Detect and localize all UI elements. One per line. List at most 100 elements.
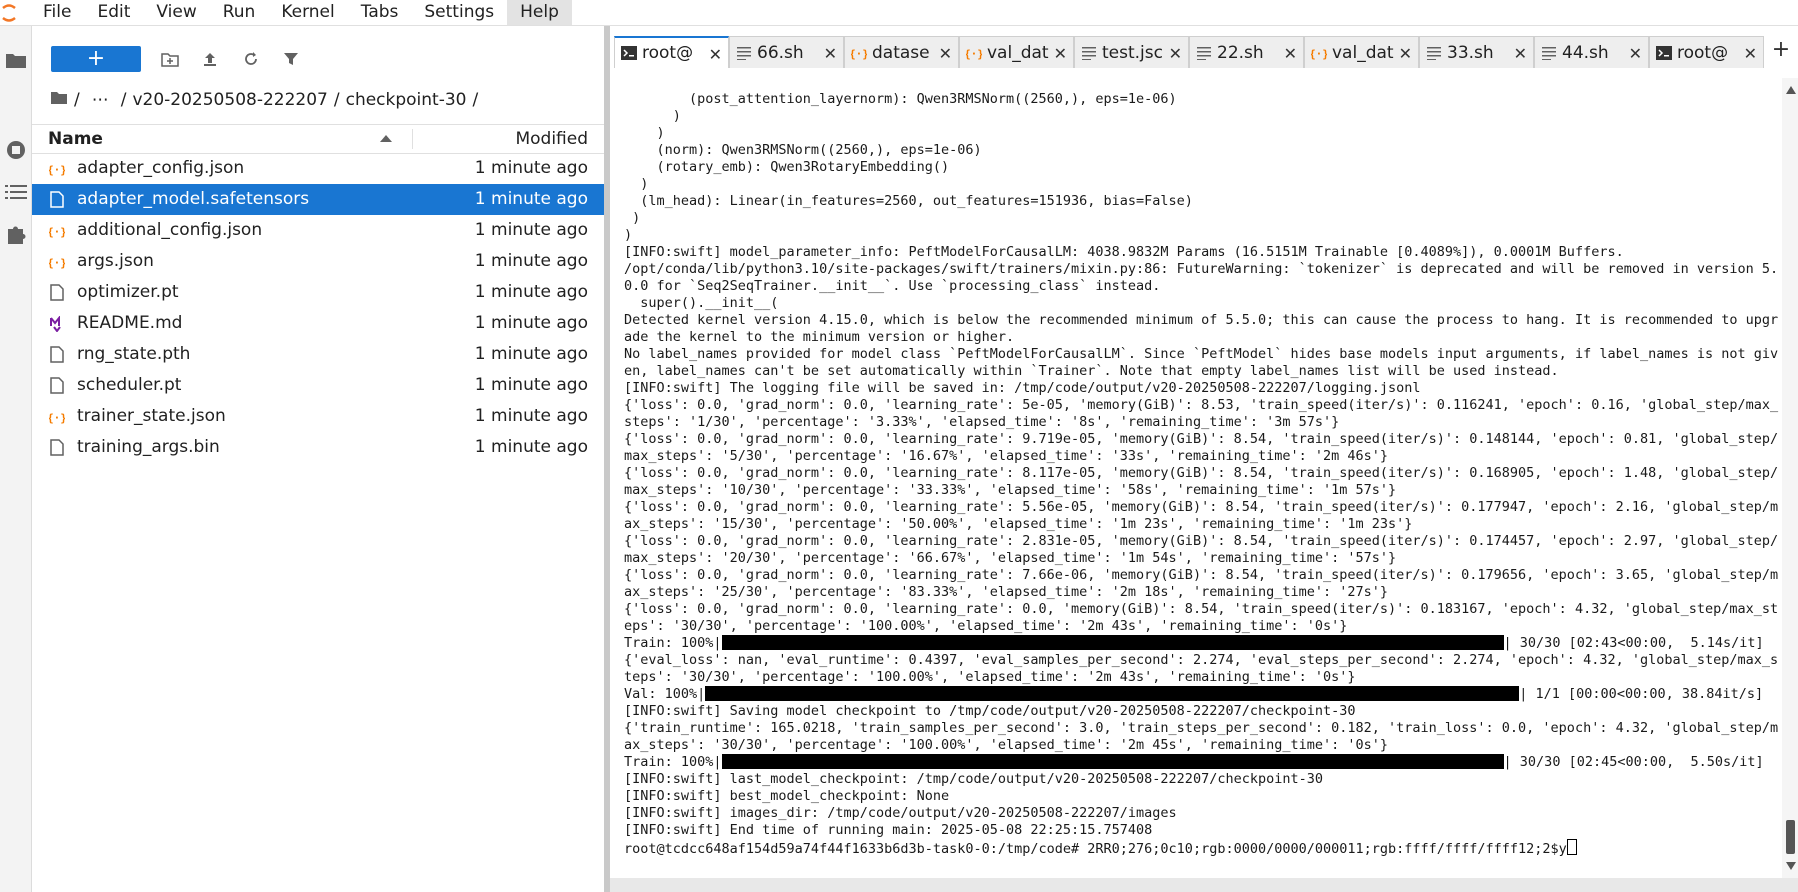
tab-item[interactable]: root@ ✕ (614, 36, 729, 68)
terminal-line: {'train_runtime': 165.0218, 'train_sampl… (624, 720, 1779, 736)
menu-tabs[interactable]: Tabs (348, 0, 412, 25)
menu-view[interactable]: View (143, 0, 209, 25)
menu-run[interactable]: Run (210, 0, 269, 25)
terminal-line: super().__init__( (624, 295, 779, 311)
file-modified: 1 minute ago (474, 406, 588, 426)
tab-item[interactable]: 66.sh ✕ (729, 36, 844, 68)
tab-item[interactable]: 22.sh ✕ (1189, 36, 1304, 68)
menu-settings[interactable]: Settings (411, 0, 507, 25)
new-launcher-button[interactable]: + (51, 46, 141, 72)
file-name: optimizer.pt (77, 282, 179, 302)
scroll-up-icon[interactable] (1786, 86, 1796, 94)
menu-list: File Edit View Run Kernel Tabs Settings … (30, 0, 572, 25)
close-icon[interactable]: ✕ (1169, 44, 1182, 63)
close-icon[interactable]: ✕ (1629, 44, 1642, 63)
scrollbar-thumb[interactable] (1786, 820, 1795, 854)
extension-puzzle-icon[interactable] (0, 216, 31, 252)
tab-item[interactable]: {·} val_dat ✕ (1304, 36, 1419, 68)
breadcrumb-folder[interactable]: checkpoint-30 (346, 90, 467, 110)
progress-prefix: Train: 100%| (624, 635, 722, 651)
close-icon[interactable]: ✕ (824, 44, 837, 63)
breadcrumb-sep: / (120, 90, 127, 110)
menu-file[interactable]: File (30, 0, 84, 25)
file-row[interactable]: optimizer.pt 1 minute ago (32, 277, 604, 308)
tab-bar: root@✕66.sh✕{·}datase✕{·}val_dat✕test.js… (610, 26, 1798, 77)
close-icon[interactable]: ✕ (709, 45, 722, 64)
breadcrumb-sep: / (472, 90, 479, 110)
add-tab-button[interactable]: + (1770, 38, 1792, 62)
terminal-line: [INFO:swift] last_model_checkpoint: /tmp… (624, 771, 1323, 787)
file-row[interactable]: adapter_model.safetensors 1 minute ago (32, 184, 604, 215)
json-icon: {·} (966, 45, 982, 61)
terminal-line: {'loss': 0.0, 'grad_norm': 0.0, 'learnin… (624, 499, 1779, 515)
terminal-line: ax_steps': '25/30', 'percentage': '83.33… (624, 584, 1389, 600)
folder-icon[interactable] (50, 90, 68, 110)
tab-item[interactable]: root@ ✕ (1649, 36, 1764, 68)
tab-item[interactable]: {·} datase ✕ (844, 36, 959, 68)
new-folder-icon[interactable] (159, 48, 181, 70)
menu-edit[interactable]: Edit (84, 0, 143, 25)
sort-ascending-icon[interactable] (380, 135, 392, 142)
terminal-scrollbar[interactable] (1782, 78, 1798, 878)
file-row[interactable]: {·} args.json 1 minute ago (32, 246, 604, 277)
tab-list: root@✕66.sh✕{·}datase✕{·}val_dat✕test.js… (614, 36, 1764, 68)
terminal-output: (post_attention_layernorm): Qwen3RMSNorm… (624, 91, 1779, 856)
upload-icon[interactable] (199, 48, 221, 70)
file-row[interactable]: README.md 1 minute ago (32, 308, 604, 339)
tab-label: test.jsc (1102, 42, 1163, 63)
file-row[interactable]: {·} trainer_state.json 1 minute ago (32, 401, 604, 432)
folder-icon[interactable] (0, 42, 31, 78)
close-icon[interactable]: ✕ (939, 44, 952, 63)
column-divider[interactable] (412, 129, 413, 149)
json-icon: {·} (49, 408, 65, 425)
file-modified: 1 minute ago (474, 220, 588, 240)
text-file-icon (1081, 45, 1097, 61)
svg-text:{·}: {·} (1311, 47, 1327, 60)
menu-kernel[interactable]: Kernel (268, 0, 347, 25)
terminal-line: steps': '1/30', 'percentage': '3.33%', '… (624, 414, 1340, 430)
panel-splitter[interactable] (604, 26, 610, 892)
close-icon[interactable]: ✕ (1399, 44, 1412, 63)
prompt-line[interactable]: root@tcdcc648af154d59a74f44f1633b6d3b-ta… (624, 839, 1779, 856)
file-modified: 1 minute ago (474, 282, 588, 302)
terminal-line: max_steps': '20/30', 'percentage': '66.6… (624, 550, 1397, 566)
tab-item[interactable]: 33.sh ✕ (1419, 36, 1534, 68)
file-row[interactable]: {·} additional_config.json 1 minute ago (32, 215, 604, 246)
terminal-line: Detected kernel version 4.15.0, which is… (624, 312, 1779, 328)
menu-help[interactable]: Help (507, 0, 572, 25)
progress-prefix: Train: 100%| (624, 754, 722, 770)
name-column-header[interactable]: Name (48, 125, 103, 153)
filter-icon[interactable] (280, 48, 302, 70)
close-icon[interactable]: ✕ (1514, 44, 1527, 63)
file-row[interactable]: {·} adapter_config.json 1 minute ago (32, 153, 604, 184)
close-icon[interactable]: ✕ (1284, 44, 1297, 63)
close-icon[interactable]: ✕ (1744, 44, 1757, 63)
text-file-icon (1541, 45, 1557, 61)
terminal-line: [INFO:swift] End time of running main: 2… (624, 822, 1153, 838)
svg-text:{·}: {·} (966, 47, 982, 60)
modified-column-header[interactable]: Modified (515, 125, 588, 153)
jupyter-logo-icon[interactable] (0, 2, 18, 24)
refresh-icon[interactable] (240, 48, 262, 70)
running-sessions-icon[interactable] (0, 132, 31, 168)
table-of-contents-icon[interactable] (0, 174, 31, 210)
file-row[interactable]: rng_state.pth 1 minute ago (32, 339, 604, 370)
terminal[interactable]: (post_attention_layernorm): Qwen3RMSNorm… (612, 78, 1782, 878)
breadcrumb-folder[interactable]: v20-20250508-222207 (132, 90, 327, 110)
file-icon (49, 346, 65, 363)
terminal-line: eps': '30/30', 'percentage': '100.00%', … (624, 618, 1348, 634)
terminal-line: ) (624, 227, 633, 243)
file-row[interactable]: training_args.bin 1 minute ago (32, 432, 604, 463)
tab-item[interactable]: 44.sh ✕ (1534, 36, 1649, 68)
tab-item[interactable]: test.jsc ✕ (1074, 36, 1189, 68)
file-row[interactable]: scheduler.pt 1 minute ago (32, 370, 604, 401)
progress-prefix: Val: 100%| (624, 686, 706, 702)
file-name: additional_config.json (77, 220, 263, 240)
breadcrumb-ellipsis[interactable]: ⋯ (86, 90, 115, 110)
tab-label: 44.sh (1562, 42, 1609, 63)
terminal-line: [INFO:swift] best_model_checkpoint: None (624, 788, 950, 804)
tab-item[interactable]: {·} val_dat ✕ (959, 36, 1074, 68)
progress-line: Val: 100%| | 1/1 [00:00<00:00, 38.84it/s] (624, 686, 1779, 703)
close-icon[interactable]: ✕ (1054, 44, 1067, 63)
scroll-down-icon[interactable] (1786, 862, 1796, 870)
